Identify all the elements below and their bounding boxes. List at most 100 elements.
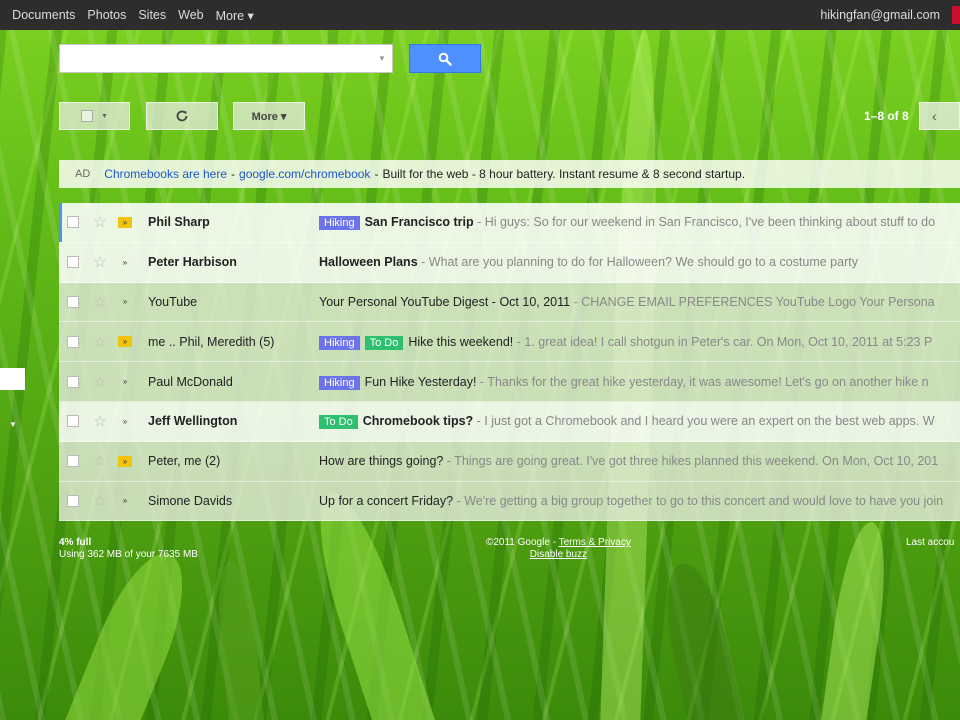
message-summary: Hiking San Francisco trip - Hi guys: So f… [319,215,935,231]
message-summary: Up for a concert Friday? - We're getting… [319,494,943,508]
row-focus-indicator [59,322,62,361]
more-actions-button[interactable]: More ▾ [233,102,305,130]
star-icon[interactable]: ☆ [91,412,109,430]
importance-marker-icon[interactable]: » [118,376,132,387]
top-nav-links: r Documents Photos Sites Web More ▾ [0,8,260,23]
row-checkbox[interactable] [67,375,79,388]
message-subject: How are things going? [319,454,444,469]
row-checkbox[interactable] [67,335,79,348]
star-icon[interactable]: ☆ [91,492,109,510]
ad-url[interactable]: google.com/chromebook [239,167,370,181]
message-row[interactable]: ☆ » Peter Harbison Halloween Plans - What a… [59,242,960,283]
row-focus-indicator [59,243,62,282]
star-icon[interactable]: ☆ [91,452,109,470]
refresh-button[interactable] [146,102,218,130]
account-badge[interactable] [952,6,960,24]
account-email[interactable]: hikingfan@gmail.com [820,8,940,22]
message-subject: Fun Hike Yesterday! [364,374,477,389]
footer-links: ©2011 Google - Terms & Privacy Disable b… [486,537,631,561]
row-checkbox[interactable] [67,494,79,507]
message-subject: Chromebook tips? [362,414,474,429]
row-checkbox[interactable] [67,415,79,428]
nav-link-photos[interactable]: Photos [81,8,132,22]
message-subject: Hike this weekend! [408,334,514,349]
ad-link[interactable]: Chromebooks are here [104,167,227,181]
ad-label: AD [75,168,91,180]
label-chip[interactable]: To Do [364,335,404,350]
message-sender: YouTube [148,294,198,309]
message-row[interactable]: ☆ » Jeff Wellington To Do Chromebook tips? -… [59,401,960,442]
message-row[interactable]: ☆ » YouTube Your Personal YouTube Digest - … [59,282,960,323]
nav-link-more[interactable]: More ▾ [210,8,260,23]
storage-percent: 4% full [59,537,92,548]
row-focus-indicator [59,203,62,242]
star-icon[interactable]: ☆ [91,253,109,271]
label-chip[interactable]: Hiking [319,216,360,231]
select-all-checkbox[interactable] [81,110,94,122]
message-summary: Hiking To Do Hike this weekend! - 1. great… [319,334,932,350]
last-account-activity[interactable]: Last accou [906,537,954,548]
importance-marker-icon[interactable]: » [118,296,132,307]
importance-marker-icon[interactable]: » [118,257,132,268]
top-navigation-bar: r Documents Photos Sites Web More ▾ hiki… [0,0,960,30]
storage-usage: 4% full Using 362 MB of your 7635 MB [59,537,198,561]
importance-marker-icon[interactable]: » [118,416,132,427]
disable-buzz-link[interactable]: Disable buzz [530,549,587,560]
nav-link-web[interactable]: Web [172,8,209,22]
ad-text: Built for the web - 8 hour battery. Inst… [382,167,746,181]
grass-blade [212,559,265,720]
message-row[interactable]: ☆ » Paul McDonald Hiking Fun Hike Yesterday!… [59,362,960,402]
importance-marker-icon[interactable]: » [118,336,132,348]
message-snippet: - Things are going great. I've got three… [443,454,939,469]
message-sender: Jeff Wellington [148,414,238,429]
previous-page-button[interactable]: ‹ [919,102,960,130]
message-summary: Your Personal YouTube Digest - Oct 10, 2… [319,295,935,309]
label-chip[interactable]: To Do [319,415,358,430]
chevron-down-icon: ▼ [101,112,108,120]
nav-link-documents[interactable]: Documents [6,8,81,22]
message-snippet: - We're getting a big group together to … [453,493,944,508]
message-row[interactable]: ☆ » me .. Phil, Meredith (5) Hiking To Do Hik… [59,322,960,363]
importance-marker-icon[interactable]: » [118,216,132,228]
message-sender: me .. Phil, Meredith (5) [148,334,275,349]
row-focus-indicator [59,283,62,322]
grass-blade [655,557,745,720]
label-chip[interactable]: Hiking [319,335,360,350]
message-summary: Hiking Fun Hike Yesterday! - Thanks for t… [319,374,929,390]
search-button[interactable] [409,44,481,73]
importance-marker-icon[interactable]: » [118,455,132,467]
row-checkbox[interactable] [67,295,79,308]
message-summary: To Do Chromebook tips? - I just got a Chr… [319,414,935,430]
search-input[interactable] [59,44,393,73]
row-focus-indicator [59,402,62,441]
row-checkbox[interactable] [67,216,79,229]
pagination-count: 1–8 of 8 [864,109,909,123]
importance-marker-icon[interactable]: » [118,495,132,506]
message-snippet: - Thanks for the great hike yesterday, i… [476,374,929,389]
star-icon[interactable]: ☆ [91,333,109,351]
row-checkbox[interactable] [67,256,79,269]
row-focus-indicator [59,442,62,481]
row-checkbox[interactable] [67,455,79,468]
message-snippet: - I just got a Chromebook and I heard yo… [473,414,935,429]
message-subject: Halloween Plans [319,255,418,270]
message-row[interactable]: ☆ » Simone Davids Up for a concert Friday? … [59,481,960,522]
chevron-left-icon: ‹ [932,108,937,124]
select-menu-button[interactable]: ▼ [59,102,130,130]
search-options-chevron-icon[interactable]: ▼ [378,54,386,63]
message-list: ☆ » Phil Sharp Hiking San Francisco trip - H… [59,203,960,522]
terms-privacy-link[interactable]: Terms & Privacy [559,537,631,548]
message-row[interactable]: ☆ » Phil Sharp Hiking San Francisco trip - H… [59,203,960,243]
message-row[interactable]: ☆ » Peter, me (2) How are things going? - T… [59,441,960,482]
message-sender: Simone Davids [148,493,233,508]
star-icon[interactable]: ☆ [91,373,109,391]
sidebar-input-fragment[interactable] [0,368,25,390]
message-summary: How are things going? - Things are going… [319,454,938,468]
sidebar-chevron-icon[interactable]: ▼ [9,420,17,429]
star-icon[interactable]: ☆ [91,213,109,231]
star-icon[interactable]: ☆ [91,293,109,311]
nav-link-sites[interactable]: Sites [132,8,172,22]
message-sender: Peter Harbison [148,255,237,270]
label-chip[interactable]: Hiking [319,375,360,390]
ad-banner: AD Chromebooks are here - google.com/chr… [59,160,960,188]
